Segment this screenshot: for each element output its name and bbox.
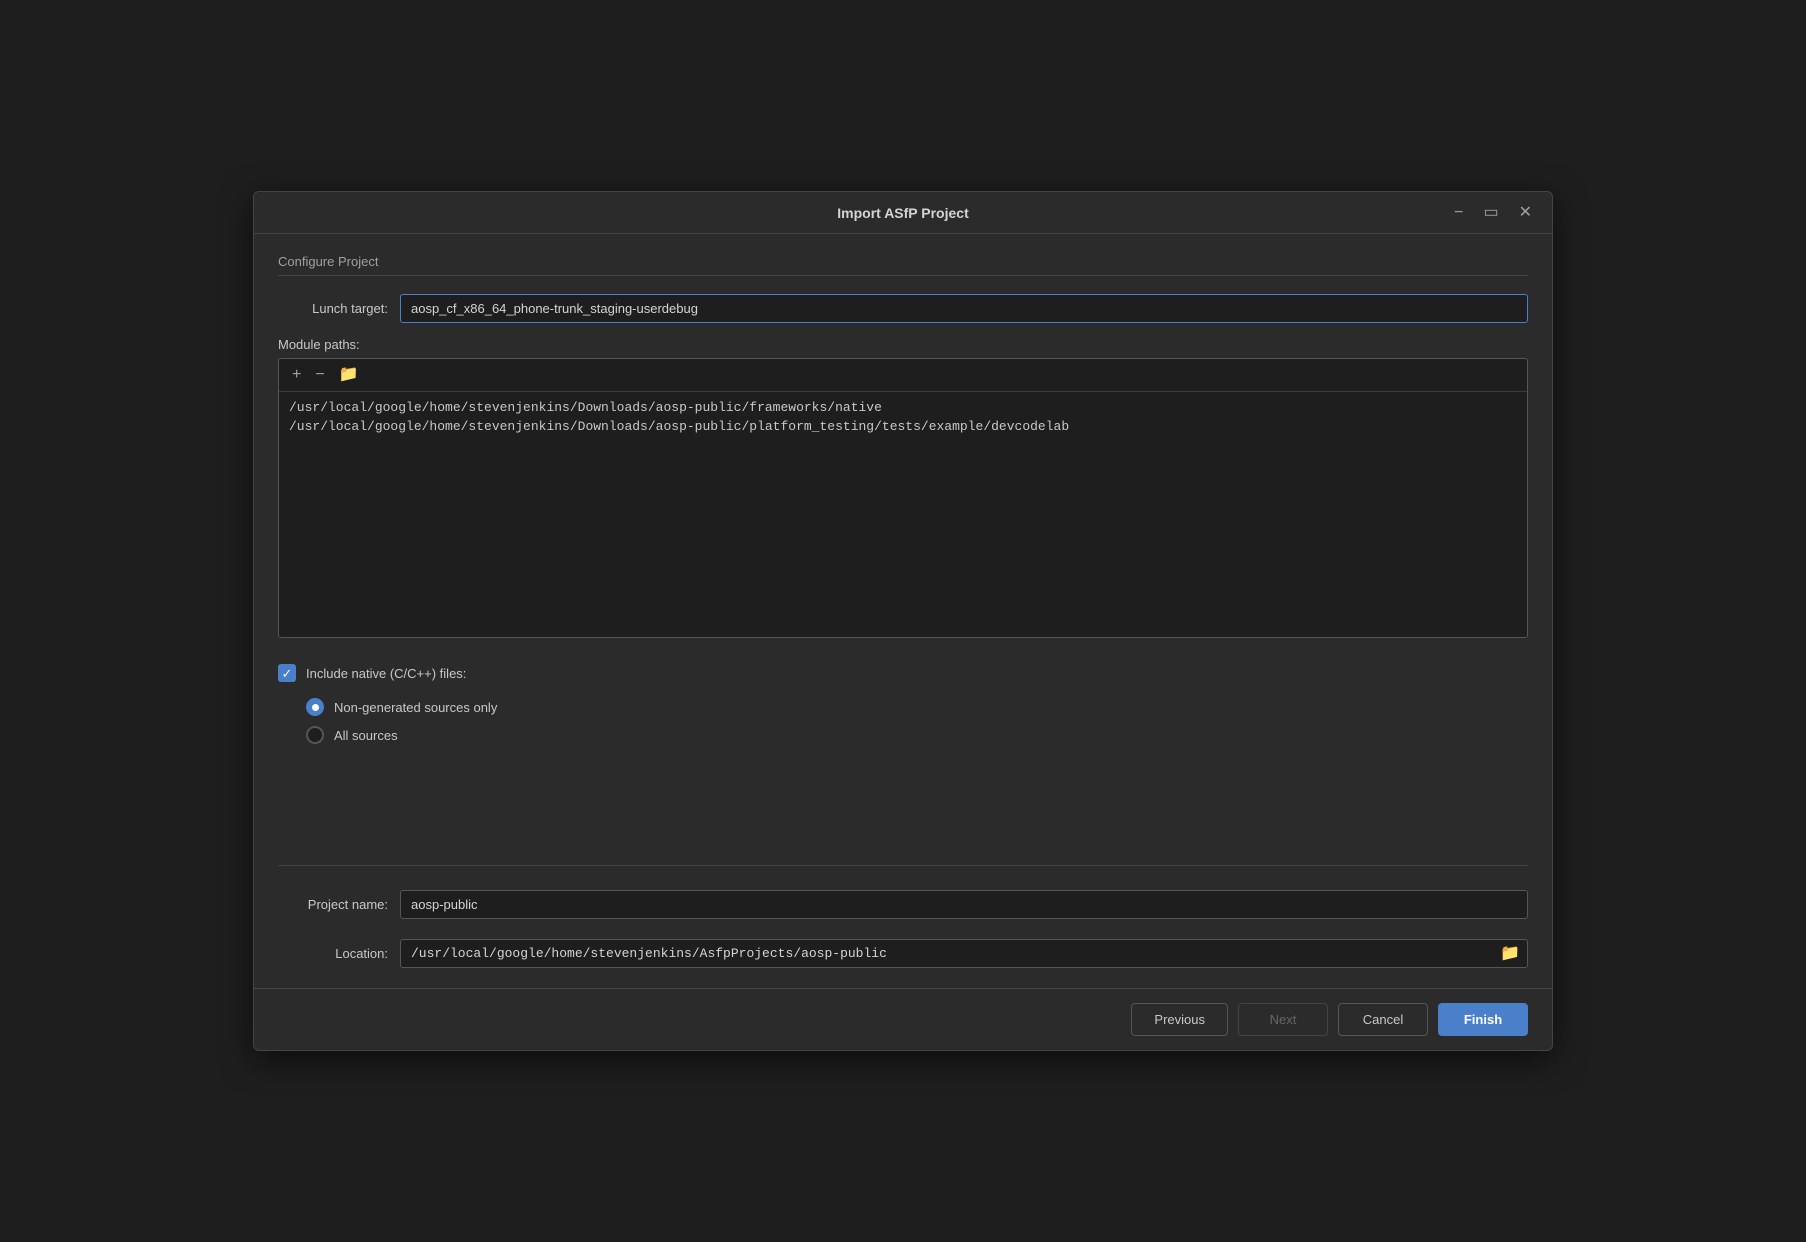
- maximize-button[interactable]: ▭: [1479, 203, 1502, 223]
- lunch-target-row: Lunch target:: [278, 294, 1528, 323]
- add-path-button[interactable]: +: [287, 365, 306, 385]
- location-input-wrapper: 📁: [400, 939, 1528, 968]
- list-item: /usr/local/google/home/stevenjenkins/Dow…: [289, 400, 1517, 415]
- radio-non-generated-row: Non-generated sources only: [306, 698, 1528, 716]
- dialog-title: Import ASfP Project: [350, 205, 1456, 221]
- module-paths-list: /usr/local/google/home/stevenjenkins/Dow…: [279, 392, 1527, 442]
- location-browse-button[interactable]: 📁: [1498, 944, 1522, 964]
- radio-all-sources-label: All sources: [334, 728, 398, 743]
- location-input[interactable]: [400, 939, 1528, 968]
- section-heading: Configure Project: [278, 254, 1528, 276]
- separator: [278, 865, 1528, 866]
- cancel-button[interactable]: Cancel: [1338, 1003, 1428, 1036]
- title-bar-controls: − ▭ ✕: [1456, 203, 1536, 223]
- title-bar: Import ASfP Project − ▭ ✕: [254, 192, 1552, 234]
- checkmark-icon: ✓: [282, 667, 293, 680]
- project-name-label: Project name:: [278, 897, 388, 912]
- next-button: Next: [1238, 1003, 1328, 1036]
- dialog-content: Configure Project Lunch target: Module p…: [254, 234, 1552, 988]
- finish-button[interactable]: Finish: [1438, 1003, 1528, 1036]
- module-paths-container: + − 📁 /usr/local/google/home/stevenjenki…: [278, 358, 1528, 638]
- project-name-input[interactable]: [400, 890, 1528, 919]
- project-name-row: Project name:: [278, 890, 1528, 919]
- previous-button[interactable]: Previous: [1131, 1003, 1228, 1036]
- remove-path-button[interactable]: −: [310, 365, 329, 385]
- module-paths-toolbar: + − 📁: [279, 359, 1527, 392]
- module-paths-section: Module paths: + − 📁 /usr/local/google/ho…: [278, 337, 1528, 638]
- native-files-label: Include native (C/C++) files:: [306, 666, 466, 681]
- lunch-target-input[interactable]: [400, 294, 1528, 323]
- radio-all-sources-row: All sources: [306, 726, 1528, 744]
- close-button[interactable]: ✕: [1515, 203, 1536, 223]
- lunch-target-label: Lunch target:: [278, 301, 388, 316]
- dialog-footer: Previous Next Cancel Finish: [254, 988, 1552, 1050]
- radio-all-sources[interactable]: [306, 726, 324, 744]
- minimize-button[interactable]: −: [1450, 203, 1467, 223]
- import-dialog: Import ASfP Project − ▭ ✕ Configure Proj…: [253, 191, 1553, 1051]
- location-row: Location: 📁: [278, 939, 1528, 968]
- native-files-checkbox[interactable]: ✓: [278, 664, 296, 682]
- location-label: Location:: [278, 946, 388, 961]
- radio-non-generated[interactable]: [306, 698, 324, 716]
- browse-path-button[interactable]: 📁: [334, 365, 364, 385]
- native-files-section: ✓ Include native (C/C++) files: Non-gene…: [278, 652, 1528, 752]
- radio-non-generated-label: Non-generated sources only: [334, 700, 497, 715]
- radio-group: Non-generated sources only All sources: [306, 698, 1528, 744]
- module-paths-label: Module paths:: [278, 337, 1528, 352]
- list-item: /usr/local/google/home/stevenjenkins/Dow…: [289, 419, 1517, 434]
- native-files-checkbox-row: ✓ Include native (C/C++) files:: [278, 660, 1528, 686]
- configure-section: Configure Project Lunch target: Module p…: [278, 254, 1528, 841]
